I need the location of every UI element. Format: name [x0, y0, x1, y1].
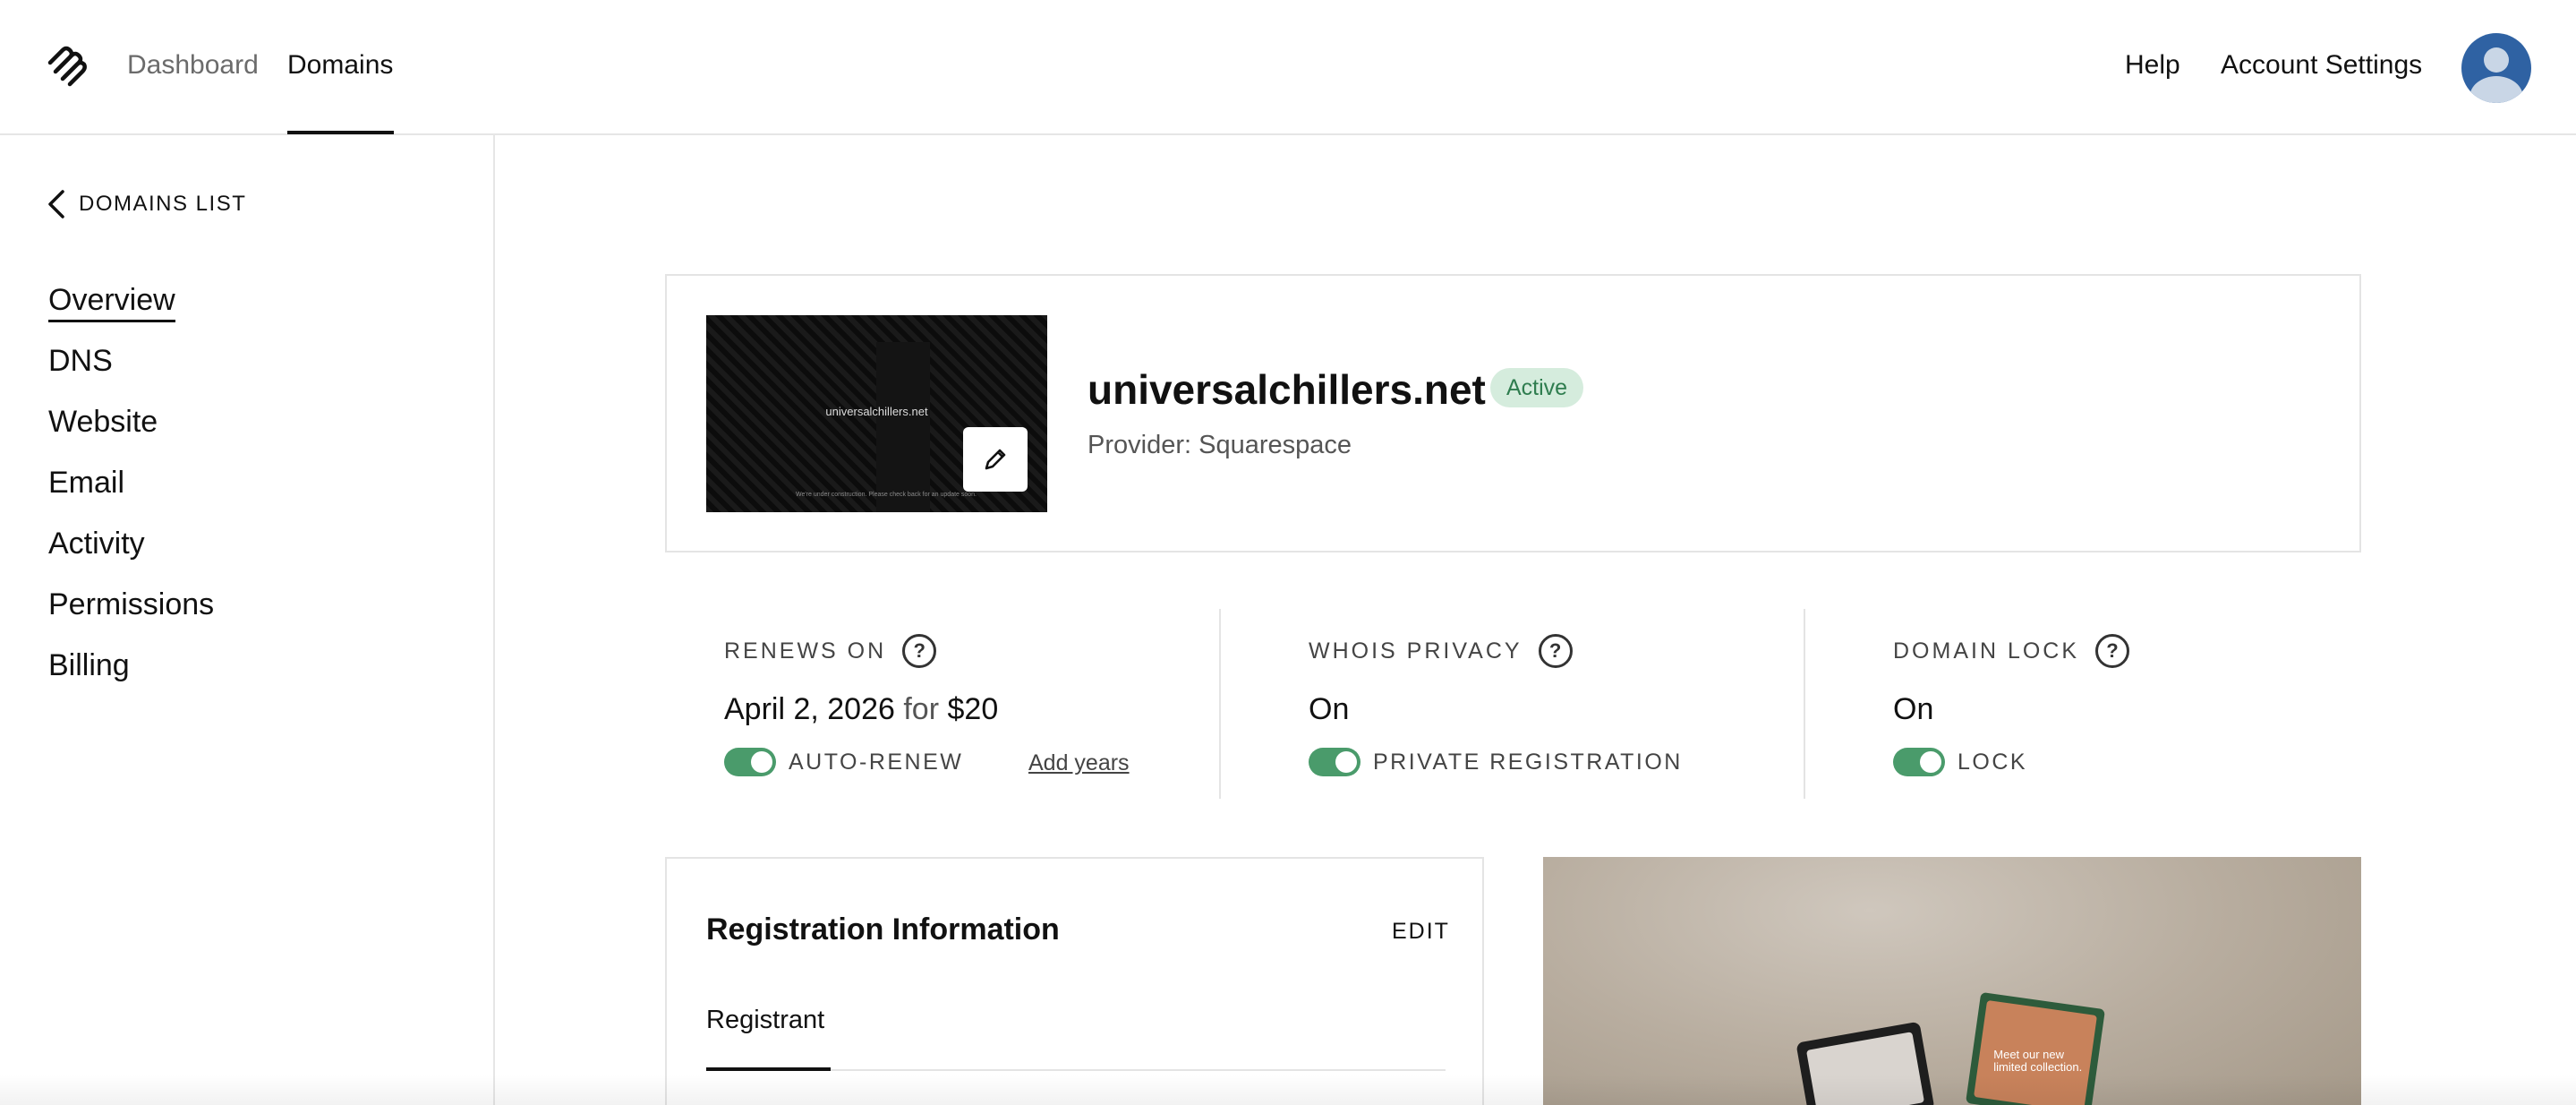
- tablet-illustration: Meet our new limited collection.: [1965, 991, 2106, 1105]
- domains-list-back-link[interactable]: DOMAINS LIST: [47, 189, 246, 219]
- renewal-for-text: for: [903, 692, 940, 726]
- tab-registrant[interactable]: Registrant: [706, 1006, 824, 1035]
- tablet-promo-text: Meet our new limited collection.: [1993, 1048, 2083, 1075]
- thumbnail-footer-text: We're under construction. Please check b…: [796, 492, 977, 498]
- help-circle-icon[interactable]: ?: [1538, 634, 1573, 668]
- domain-name: universalchillers.net: [1088, 366, 1486, 413]
- sidebar-item-website[interactable]: Website: [48, 405, 158, 440]
- thumbnail-figure: [876, 342, 930, 512]
- nav-domains-link[interactable]: Domains: [287, 50, 393, 81]
- sidebar-item-overview[interactable]: Overview: [48, 283, 175, 322]
- squarespace-logo-icon[interactable]: [45, 45, 90, 90]
- sidebar-item-billing[interactable]: Billing: [48, 648, 130, 683]
- column-divider: [1219, 609, 1221, 799]
- private-registration-label: PRIVATE REGISTRATION: [1373, 749, 1683, 775]
- whois-privacy-section: WHOIS PRIVACY ? On PRIVATE REGISTRATION: [1309, 609, 1774, 799]
- help-circle-icon[interactable]: ?: [2095, 634, 2130, 668]
- status-badge: Active: [1490, 368, 1584, 407]
- pencil-icon: [985, 449, 1006, 470]
- renews-on-section: RENEWS ON ? April 2, 2026 for $20 AUTO-R…: [724, 609, 1207, 799]
- auto-renew-toggle[interactable]: [724, 748, 776, 776]
- help-link[interactable]: Help: [2125, 50, 2180, 81]
- domain-lock-value: On: [1893, 692, 1934, 726]
- add-years-link[interactable]: Add years: [1028, 750, 1130, 776]
- active-tab-indicator: [706, 1067, 831, 1071]
- column-divider: [1804, 609, 1805, 799]
- registration-title: Registration Information: [706, 912, 1060, 947]
- nav-active-indicator: [287, 131, 394, 134]
- whois-privacy-value: On: [1309, 692, 1350, 726]
- back-link-label: DOMAINS LIST: [79, 192, 247, 216]
- sidebar: DOMAINS LIST Overview DNS Website Email …: [0, 135, 495, 1105]
- laptop-screen: [1805, 1032, 1925, 1105]
- site-thumbnail[interactable]: universalchillers.net We're under constr…: [706, 315, 1047, 512]
- renews-on-label: RENEWS ON: [724, 638, 887, 664]
- registration-edit-button[interactable]: EDIT: [1392, 919, 1450, 945]
- whois-privacy-label: WHOIS PRIVACY: [1309, 638, 1523, 664]
- help-circle-icon[interactable]: ?: [902, 634, 937, 668]
- domain-lock-section: DOMAIN LOCK ? On LOCK: [1893, 609, 2341, 799]
- private-registration-toggle[interactable]: [1309, 748, 1361, 776]
- sidebar-item-activity[interactable]: Activity: [48, 527, 145, 561]
- renewal-date: April 2, 2026: [724, 692, 895, 726]
- domain-lock-toggle[interactable]: [1893, 748, 1945, 776]
- top-navigation: Dashboard Domains Help Account Settings: [0, 0, 2576, 135]
- sidebar-item-email[interactable]: Email: [48, 466, 124, 501]
- user-avatar-icon: [2469, 47, 2523, 103]
- sidebar-item-permissions[interactable]: Permissions: [48, 587, 214, 622]
- renewal-date-price: April 2, 2026 for $20: [724, 692, 998, 727]
- thumbnail-domain-text: universalchillers.net: [825, 405, 928, 418]
- account-settings-link[interactable]: Account Settings: [2221, 50, 2422, 81]
- tablet-screen: Meet our new limited collection.: [1974, 999, 2097, 1105]
- avatar[interactable]: [2461, 33, 2531, 103]
- auto-renew-label: AUTO-RENEW: [789, 749, 964, 775]
- promo-image: Meet our new limited collection.: [1543, 857, 2361, 1105]
- domain-lock-label: DOMAIN LOCK: [1893, 638, 2080, 664]
- edit-thumbnail-button[interactable]: [963, 427, 1028, 492]
- domain-summary-card: universalchillers.net We're under constr…: [665, 274, 2361, 552]
- laptop-illustration: [1796, 1021, 1935, 1105]
- domain-lock-toggle-label: LOCK: [1958, 749, 2028, 775]
- domain-provider: Provider: Squarespace: [1088, 431, 1352, 459]
- chevron-left-icon: [48, 190, 64, 218]
- nav-dashboard-link[interactable]: Dashboard: [127, 50, 259, 81]
- renewal-price: $20: [947, 692, 999, 726]
- registration-information-card: Registration Information EDIT Registrant: [665, 857, 1484, 1105]
- sidebar-item-dns[interactable]: DNS: [48, 344, 113, 379]
